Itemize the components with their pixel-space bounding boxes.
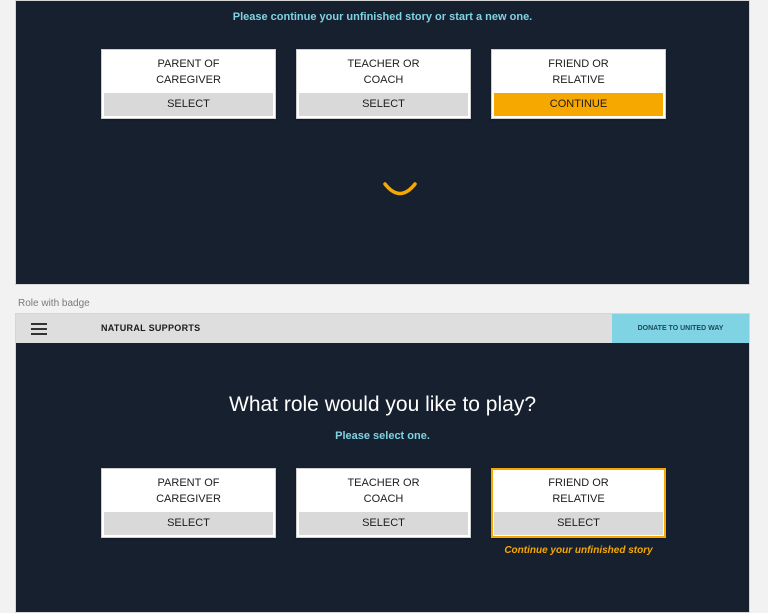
card-label-line2: RELATIVE — [552, 74, 605, 86]
hamburger-menu-icon[interactable] — [31, 323, 47, 335]
continue-button[interactable]: CONTINUE — [494, 93, 663, 116]
card-label: PARENT OF CAREGIVER — [102, 475, 275, 507]
card-label-line2: RELATIVE — [552, 493, 605, 505]
select-button[interactable]: SELECT — [299, 512, 468, 535]
card-label: TEACHER OR COACH — [297, 56, 470, 88]
card-label-line2: CAREGIVER — [156, 493, 221, 505]
select-button[interactable]: SELECT — [104, 512, 273, 535]
card-label-line1: FRIEND OR — [548, 58, 609, 70]
card-label-line2: COACH — [363, 74, 404, 86]
page-title: What role would you like to play? — [229, 393, 536, 416]
select-button[interactable]: SELECT — [299, 93, 468, 116]
loading-spinner-icon — [383, 182, 417, 196]
role-card-teacher[interactable]: TEACHER OR COACH SELECT — [296, 468, 471, 538]
card-label: PARENT OF CAREGIVER — [102, 56, 275, 88]
role-card-parent[interactable]: PARENT OF CAREGIVER SELECT — [101, 468, 276, 538]
donate-button[interactable]: DONATE TO UNITED WAY — [612, 314, 749, 343]
card-label-line1: FRIEND OR — [548, 477, 609, 489]
top-navbar: NATURAL SUPPORTS DONATE TO UNITED WAY — [16, 314, 749, 343]
loading-panel: Please continue your unfinished story or… — [15, 0, 750, 285]
section-caption: Role with badge — [18, 298, 90, 309]
card-label-line2: COACH — [363, 493, 404, 505]
role-card-friend[interactable]: FRIEND OR RELATIVE SELECT — [491, 468, 666, 538]
role-select-panel: NATURAL SUPPORTS DONATE TO UNITED WAY Wh… — [15, 313, 750, 613]
card-label-line1: PARENT OF — [157, 58, 220, 70]
card-label-line2: CAREGIVER — [156, 74, 221, 86]
card-label: FRIEND OR RELATIVE — [492, 56, 665, 88]
brand-title: NATURAL SUPPORTS — [101, 323, 201, 333]
role-card-parent[interactable]: PARENT OF CAREGIVER SELECT — [101, 49, 276, 119]
card-label: TEACHER OR COACH — [297, 475, 470, 507]
role-card-friend[interactable]: FRIEND OR RELATIVE CONTINUE — [491, 49, 666, 119]
continue-story-badge[interactable]: Continue your unfinished story — [491, 545, 666, 556]
select-button[interactable]: SELECT — [494, 512, 663, 535]
card-label-line1: TEACHER OR — [347, 58, 420, 70]
panel-subtitle: Please select one. — [335, 430, 430, 442]
panel-subtitle: Please continue your unfinished story or… — [232, 11, 533, 23]
role-card-teacher[interactable]: TEACHER OR COACH SELECT — [296, 49, 471, 119]
card-label-line1: TEACHER OR — [347, 477, 420, 489]
card-label-line1: PARENT OF — [157, 477, 220, 489]
select-button[interactable]: SELECT — [104, 93, 273, 116]
card-label: FRIEND OR RELATIVE — [493, 475, 664, 507]
